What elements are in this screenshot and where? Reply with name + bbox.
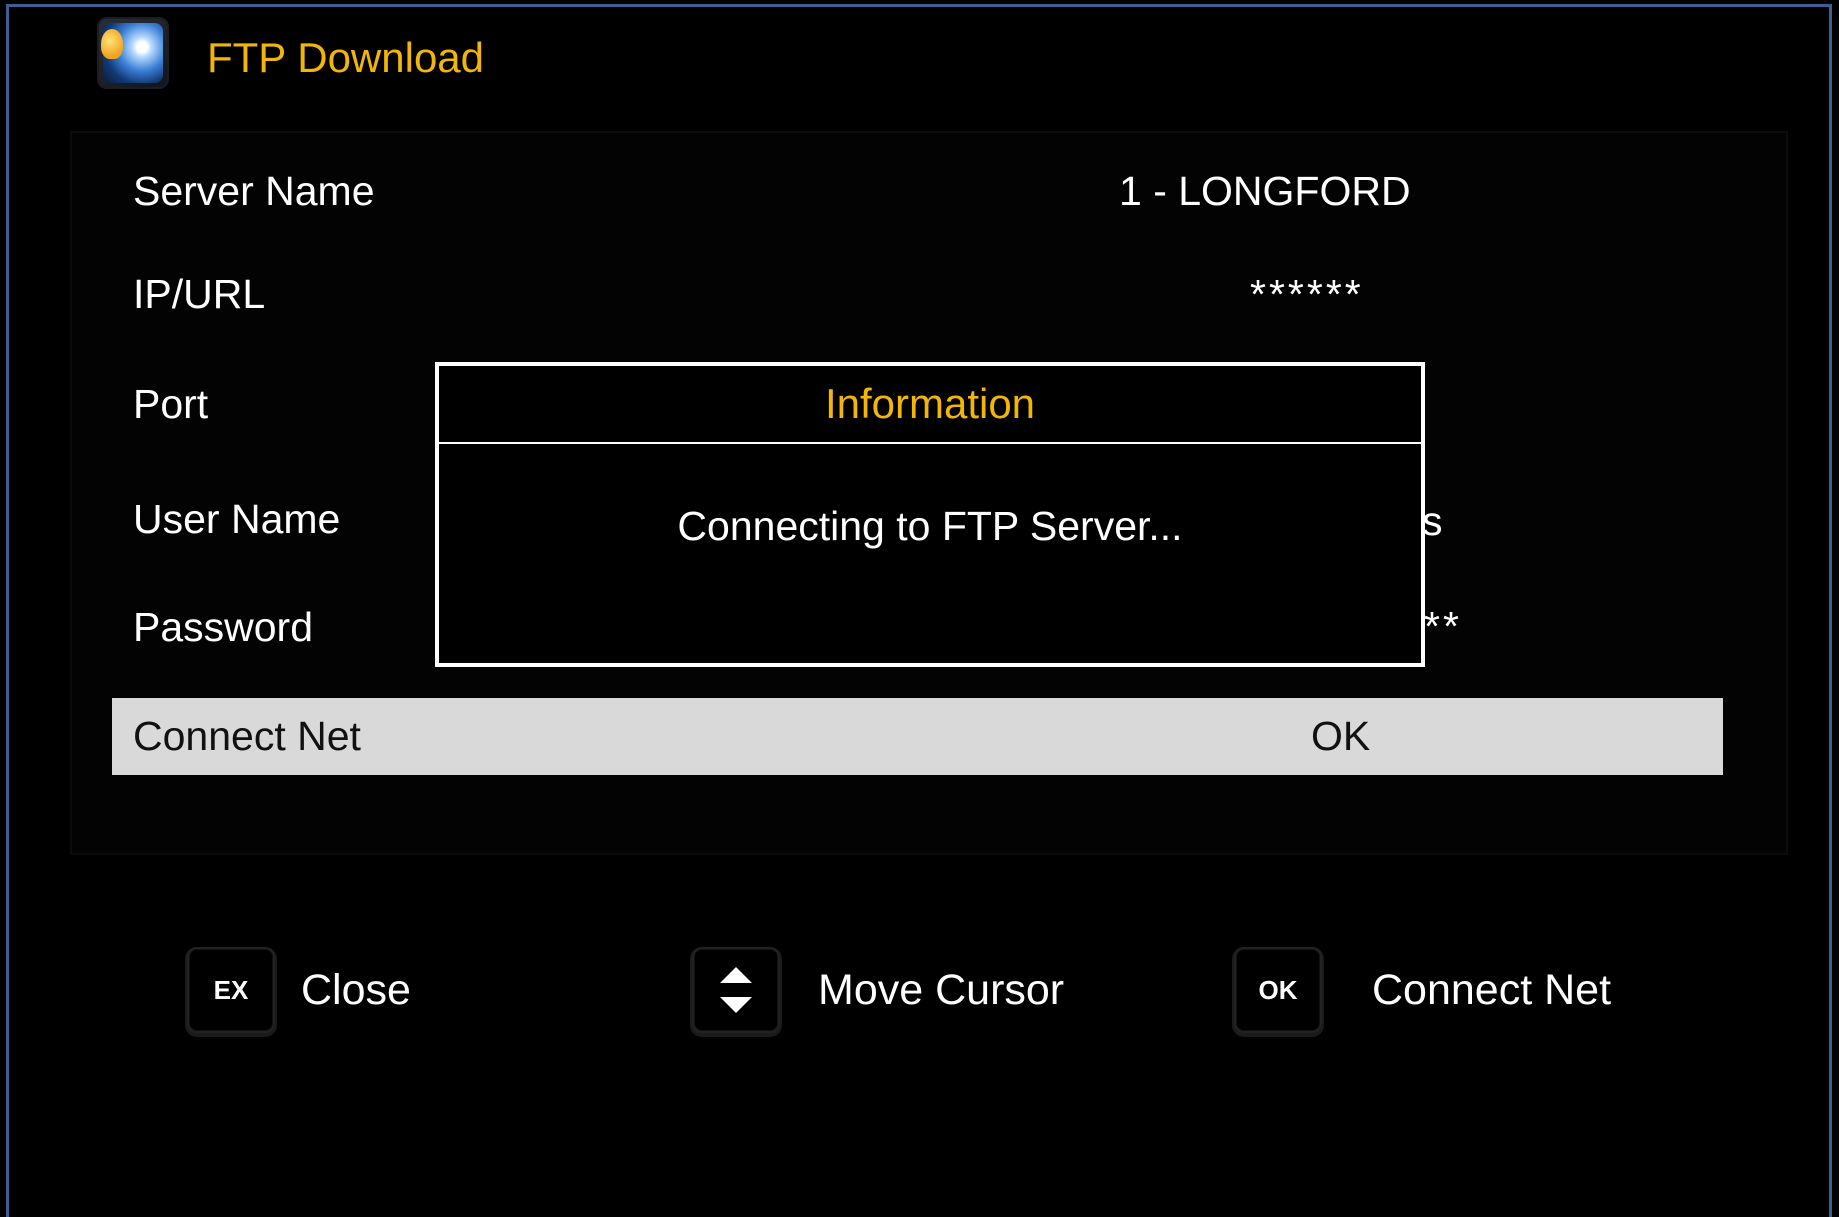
ip-url-label: IP/URL: [133, 271, 266, 317]
window-title: FTP Download: [207, 34, 485, 81]
port-label: Port: [133, 381, 209, 427]
dialog-message: Connecting to FTP Server...: [677, 503, 1183, 549]
ex-key-button[interactable]: EX: [187, 947, 275, 1033]
ok-key-button[interactable]: OK: [1234, 947, 1322, 1033]
connect-net-hint-label: Connect Net: [1372, 966, 1612, 1014]
server-name-label: Server Name: [133, 168, 375, 214]
server-name-value[interactable]: 1 - LONGFORD: [1119, 165, 1411, 217]
connect-net-row[interactable]: Connect Net OK: [112, 698, 1723, 775]
information-dialog: Information Connecting to FTP Server...: [435, 362, 1425, 667]
user-name-value-fragment[interactable]: s: [1422, 495, 1443, 547]
close-hint-label: Close: [301, 966, 411, 1014]
move-cursor-hint-label: Move Cursor: [818, 966, 1065, 1014]
up-down-arrows-icon[interactable]: [692, 947, 780, 1033]
connect-net-value[interactable]: OK: [1311, 710, 1370, 762]
connect-net-label: Connect Net: [133, 713, 361, 759]
ip-url-value[interactable]: ******: [1250, 268, 1364, 320]
password-value-fragment[interactable]: **: [1424, 600, 1462, 652]
password-label: Password: [133, 604, 314, 650]
dialog-title: Information: [439, 366, 1421, 444]
user-name-label: User Name: [133, 496, 341, 542]
ftp-app-icon: [97, 17, 169, 89]
